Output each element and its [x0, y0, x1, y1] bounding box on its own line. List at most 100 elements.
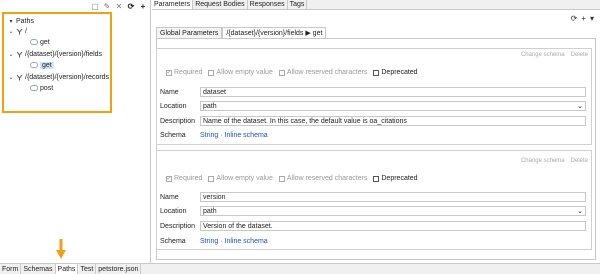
operation-cloud-icon — [30, 62, 38, 68]
schema-row: Schema String · Inline schema — [160, 236, 268, 246]
path-fork-icon — [16, 28, 23, 35]
chevron-down-icon: ⌄ — [577, 103, 583, 110]
paths-outline-panel: ▢ ✎ ✕ ⟳ + ▾ Paths ⌄ / get ⌄ /{dataset}/{… — [0, 0, 151, 263]
checkbox-box — [278, 175, 285, 182]
parameter-flags: ✓ Required Allow empty value Allow reserv… — [166, 69, 418, 76]
details-tabs: Parameters Request Bodies Responses Tags — [152, 0, 600, 10]
tab-tags[interactable]: Tags — [288, 0, 308, 9]
tab-test[interactable]: Test — [78, 264, 97, 274]
tab-global-parameters[interactable]: Global Parameters — [156, 27, 223, 38]
schema-link[interactable]: String · Inline schema — [200, 132, 268, 139]
tree-item-operation-selected[interactable]: get — [30, 60, 54, 70]
description-field[interactable]: Version of the dataset. — [200, 221, 586, 231]
schema-link[interactable]: String · Inline schema — [200, 238, 268, 245]
tab-operation-parameters[interactable]: /{dataset}/{version}/fields ▶ get — [222, 27, 327, 38]
operation-cloud-icon — [30, 39, 38, 45]
checkbox-box — [278, 69, 285, 76]
down-arrow-icon — [56, 239, 66, 259]
parameter-block: Change schema Delete ✓ Required Allow emp… — [156, 150, 592, 250]
checkbox-box — [373, 175, 380, 182]
collapse-toggle-icon[interactable]: ⌄ — [8, 74, 14, 81]
chevron-down-icon: ⌄ — [577, 208, 583, 215]
menu-dropdown-icon[interactable]: ▾ — [590, 14, 594, 23]
location-select[interactable]: path ⌄ — [200, 206, 586, 216]
checkbox-box — [373, 69, 380, 76]
name-field[interactable]: dataset — [200, 87, 586, 97]
tree-item-path[interactable]: ⌄ / — [8, 26, 27, 36]
name-label: Name — [160, 88, 179, 96]
tree-item-label: /{dataset}/{version}/records — [25, 73, 110, 81]
checkbox-box — [208, 175, 215, 182]
tab-responses[interactable]: Responses — [248, 0, 288, 9]
parameter-block: Change schema Delete ✓ Required Allow emp… — [156, 48, 592, 145]
tree-item-path[interactable]: ⌄ /{dataset}/{version}/fields — [8, 49, 102, 59]
delete-link[interactable]: Delete — [571, 158, 588, 164]
pencil-icon[interactable]: ✎ — [103, 3, 111, 11]
description-field[interactable]: Name of the dataset. In this case, the d… — [200, 116, 586, 126]
required-checkbox[interactable]: ✓ Required — [166, 175, 202, 182]
description-label: Description — [160, 117, 196, 125]
location-row: Location path ⌄ — [160, 206, 586, 216]
required-checkbox[interactable]: ✓ Required — [166, 69, 202, 76]
tree-item-path[interactable]: ⌄ /{dataset}/{version}/records — [8, 72, 109, 82]
path-fork-icon — [16, 74, 23, 81]
delete-icon[interactable]: ✕ — [115, 3, 123, 11]
collapse-all-icon[interactable]: ▢ — [91, 3, 99, 11]
block-actions: Change schema Delete — [521, 158, 588, 164]
change-schema-link[interactable]: Change schema — [521, 158, 565, 164]
location-row: Location path ⌄ — [160, 101, 586, 111]
block-actions: Change schema Delete — [521, 52, 588, 58]
location-label: Location — [160, 102, 187, 110]
tree-root-label: Paths — [16, 17, 34, 25]
operation-cloud-icon — [30, 85, 38, 91]
refresh-icon[interactable]: ⟳ — [571, 14, 578, 23]
tab-paths[interactable]: Paths — [55, 264, 79, 274]
name-label: Name — [160, 193, 179, 201]
description-label: Description — [160, 222, 196, 230]
check-icon: ✓ — [166, 69, 172, 76]
schema-label: Schema — [160, 131, 186, 139]
add-icon[interactable]: + — [139, 3, 147, 11]
tree-root[interactable]: ▾ Paths — [8, 16, 34, 26]
tree-item-label: / — [25, 27, 27, 35]
schema-row: Schema String · Inline schema — [160, 130, 268, 140]
schema-label: Schema — [160, 237, 186, 245]
tree-item-label: post — [40, 84, 54, 92]
name-row: Name dataset — [160, 87, 586, 97]
change-schema-link[interactable]: Change schema — [521, 52, 565, 58]
collapse-toggle-icon[interactable]: ▾ — [8, 18, 14, 25]
path-fork-icon — [16, 51, 23, 58]
location-select[interactable]: path ⌄ — [200, 101, 586, 111]
allow-reserved-checkbox[interactable]: Allow reserved characters — [278, 69, 367, 76]
tree-item-label: get — [40, 38, 50, 46]
editor-bottom-tabs: Form Schemas Paths Test petstore.json — [0, 263, 600, 274]
tree-item-operation[interactable]: post — [30, 83, 53, 93]
collapse-toggle-icon[interactable]: ⌄ — [8, 28, 14, 35]
tab-form[interactable]: Form — [0, 264, 22, 274]
allow-empty-checkbox[interactable]: Allow empty value — [208, 175, 273, 182]
tab-parameters[interactable]: Parameters — [152, 0, 194, 9]
collapse-toggle-icon[interactable]: ⌄ — [8, 51, 14, 58]
delete-link[interactable]: Delete — [571, 52, 588, 58]
deprecated-checkbox[interactable]: Deprecated — [373, 69, 418, 76]
name-field[interactable]: version — [200, 192, 586, 202]
outline-toolbar: ▢ ✎ ✕ ⟳ + — [91, 2, 147, 12]
refresh-icon[interactable]: ⟳ — [127, 3, 135, 11]
parameters-toolbar: ⟳ + ▾ — [571, 14, 594, 23]
description-row: Description Name of the dataset. In this… — [160, 116, 586, 126]
tree-item-label: /{dataset}/{version}/fields — [25, 50, 103, 58]
deprecated-checkbox[interactable]: Deprecated — [373, 175, 418, 182]
check-icon: ✓ — [166, 175, 172, 182]
parameter-scope-tabs: Global Parameters /{dataset}/{version}/f… — [156, 27, 327, 38]
tab-request-bodies[interactable]: Request Bodies — [193, 0, 248, 9]
tree-item-operation[interactable]: get — [30, 37, 50, 47]
checkbox-box — [208, 69, 215, 76]
tree-item-label: get — [40, 61, 54, 69]
allow-empty-checkbox[interactable]: Allow empty value — [208, 69, 273, 76]
description-row: Description Version of the dataset. — [160, 221, 586, 231]
tab-schemas[interactable]: Schemas — [21, 264, 56, 274]
allow-reserved-checkbox[interactable]: Allow reserved characters — [278, 175, 367, 182]
location-label: Location — [160, 207, 187, 215]
add-icon[interactable]: + — [581, 14, 586, 23]
tab-source-file[interactable]: petstore.json — [96, 264, 142, 274]
